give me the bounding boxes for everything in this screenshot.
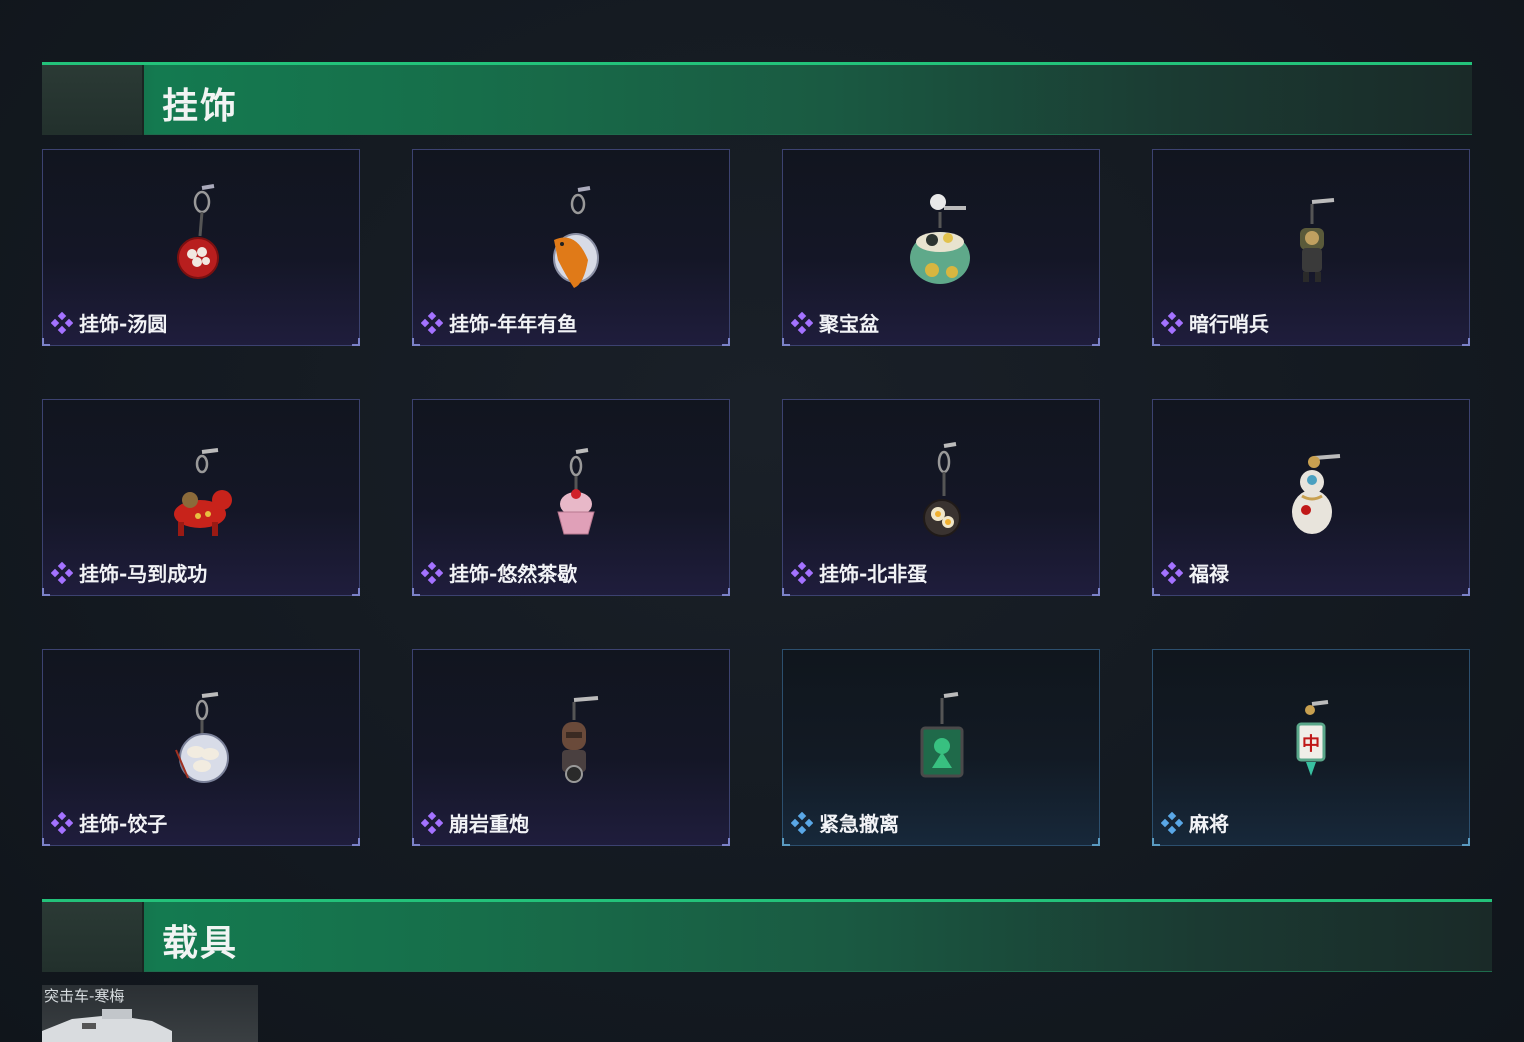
gem-icon xyxy=(791,811,813,834)
gem-icon xyxy=(51,311,73,334)
item-name: 挂饰-年年有鱼 xyxy=(449,312,578,336)
charm-card-evacuation[interactable]: 紧急撤离 xyxy=(782,649,1100,846)
section-header-charms: 挂饰 xyxy=(42,62,1472,135)
section-header-vehicles: 载具 xyxy=(42,899,1492,972)
charm-card-horse[interactable]: 挂饰-马到成功 xyxy=(42,399,360,596)
assault-vehicle-icon xyxy=(42,1009,172,1042)
charm-card-sentinel[interactable]: 暗行哨兵 xyxy=(1152,149,1470,346)
dumpling-plate-icon xyxy=(175,692,229,783)
card-label: 崩岩重炮 xyxy=(421,808,529,837)
charm-card-tangyuan[interactable]: 挂饰-汤圆 xyxy=(42,149,360,346)
item-name: 紧急撤离 xyxy=(819,812,899,836)
gem-icon xyxy=(1161,311,1183,334)
section-title: 挂饰 xyxy=(162,86,239,127)
svg-text:中: 中 xyxy=(1302,733,1320,755)
item-name: 聚宝盆 xyxy=(819,312,879,336)
card-label: 聚宝盆 xyxy=(791,308,879,337)
cupcake-icon xyxy=(557,448,595,535)
card-label: 紧急撤离 xyxy=(791,808,899,837)
item-name: 挂饰-饺子 xyxy=(79,812,168,836)
section-header-stub xyxy=(42,65,144,135)
charm-card-dumpling[interactable]: 挂饰-饺子 xyxy=(42,649,360,846)
gem-icon xyxy=(1161,811,1183,834)
red-horse-icon xyxy=(174,448,232,536)
gem-icon xyxy=(421,811,443,834)
sentinel-figure-icon xyxy=(1300,198,1335,282)
charm-card-cannon[interactable]: 崩岩重炮 xyxy=(412,649,730,846)
charm-card-gourd[interactable]: 福禄 xyxy=(1152,399,1470,596)
charm-card-mahjong[interactable]: 中 麻将 xyxy=(1152,649,1470,846)
egg-pan-icon xyxy=(923,442,961,537)
tangyuan-bowl-icon xyxy=(177,184,219,279)
gem-icon xyxy=(421,561,443,584)
item-name: 福禄 xyxy=(1189,562,1229,586)
item-name: 暗行哨兵 xyxy=(1189,312,1269,336)
charm-card-fish[interactable]: 挂饰-年年有鱼 xyxy=(412,149,730,346)
gem-icon xyxy=(791,311,813,334)
fish-plate-icon xyxy=(553,186,599,288)
section-header-stub xyxy=(42,902,144,972)
item-name: 崩岩重炮 xyxy=(449,812,529,836)
treasure-bowl-icon xyxy=(910,194,970,284)
card-label: 福禄 xyxy=(1161,558,1229,587)
section-title: 载具 xyxy=(162,923,239,964)
card-label: 挂饰-汤圆 xyxy=(51,308,167,337)
charm-card-treasure-bowl[interactable]: 聚宝盆 xyxy=(782,149,1100,346)
charm-card-cupcake[interactable]: 挂饰-悠然茶歇 xyxy=(412,399,730,596)
gem-icon xyxy=(1161,561,1183,584)
item-name: 麻将 xyxy=(1189,812,1229,836)
item-name: 挂饰-悠然茶歇 xyxy=(449,562,578,586)
gem-icon xyxy=(51,561,73,584)
cannon-figure-icon xyxy=(562,696,599,783)
gem-icon xyxy=(421,311,443,334)
gem-icon xyxy=(791,561,813,584)
card-label: 挂饰-马到成功 xyxy=(51,558,207,587)
card-label: 麻将 xyxy=(1161,808,1229,837)
vehicle-card[interactable]: 突击车-寒梅 xyxy=(42,985,258,1042)
card-label: 挂饰-饺子 xyxy=(51,808,167,837)
charm-card-shakshuka[interactable]: 挂饰-北非蛋 xyxy=(782,399,1100,596)
mahjong-tile-icon: 中 xyxy=(1296,700,1329,776)
item-name: 挂饰-北非蛋 xyxy=(819,562,928,586)
card-label: 挂饰-年年有鱼 xyxy=(421,308,577,337)
card-label: 挂饰-北非蛋 xyxy=(791,558,927,587)
item-name: 挂饰-马到成功 xyxy=(79,562,208,586)
green-tag-icon xyxy=(920,692,964,778)
card-label: 挂饰-悠然茶歇 xyxy=(421,558,577,587)
gem-icon xyxy=(51,811,73,834)
gourd-icon xyxy=(1292,454,1341,534)
card-label: 暗行哨兵 xyxy=(1161,308,1269,337)
item-name: 挂饰-汤圆 xyxy=(79,312,168,336)
